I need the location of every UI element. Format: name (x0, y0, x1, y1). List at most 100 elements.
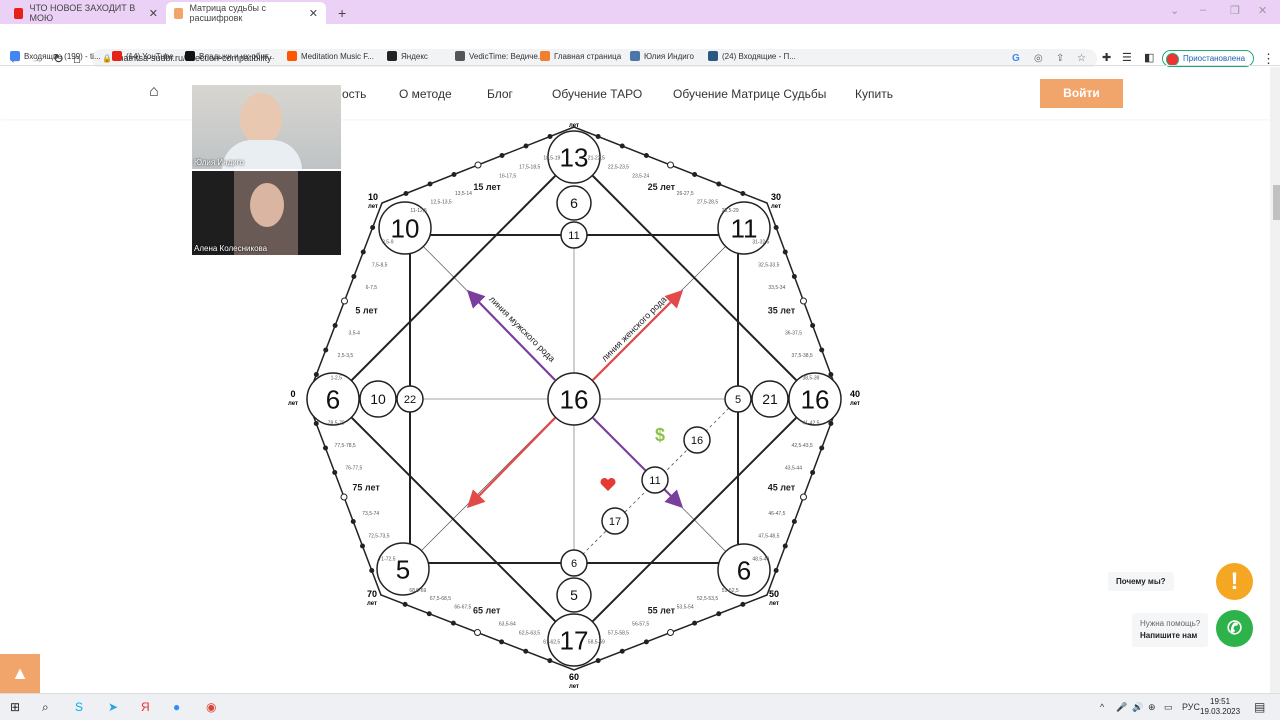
scroll-to-top-button[interactable]: ▲ (0, 654, 40, 693)
time: 19:51 (1210, 697, 1231, 706)
clock[interactable]: 19:51 19.03.2023 (1200, 697, 1240, 717)
age-marker-dot (499, 153, 505, 158)
age-range-label: 7,5-8,5 (372, 262, 388, 268)
age-marker-dot (313, 372, 319, 377)
age-marker-open (340, 493, 348, 501)
network-icon[interactable]: ▭ (1164, 702, 1173, 713)
age-range-label: 67,5-68,5 (430, 596, 451, 602)
age-marker-dot (819, 347, 825, 353)
age-marker-open (474, 629, 481, 636)
age-range-label: 47,5-48,5 (758, 534, 779, 540)
age-range-label: 18,5-19 (543, 155, 560, 161)
inner-top-a-value: 6 (570, 195, 578, 211)
whatsapp-button[interactable]: ✆ (1216, 610, 1253, 647)
skype-icon[interactable]: S (75, 700, 83, 714)
age-range-label: 61-62,5 (543, 640, 560, 646)
help-action: Напишите нам (1140, 631, 1198, 640)
age-marker-dot (351, 274, 357, 279)
zoom-icon[interactable]: ● (173, 700, 180, 714)
age-range-label: 21-22,5 (588, 155, 605, 161)
notifications-icon[interactable]: ▤ (1254, 700, 1265, 714)
age-70: 70 (367, 589, 377, 599)
male-line-arrow (592, 417, 684, 509)
age-range-label: 27,5-28,5 (697, 200, 718, 206)
age-range-label: 46-47,5 (768, 511, 785, 517)
age-marker-dot (370, 225, 376, 230)
age-50: 50 (769, 589, 779, 599)
age-range-label: 22,5-23,5 (608, 165, 629, 171)
age-label: 65 лет (473, 605, 501, 615)
age-marker-dot (523, 648, 529, 654)
age-range-label: 41-42,5 (802, 421, 819, 427)
outer-bottom-left-value: 5 (396, 554, 410, 584)
outer-bottom-right-value: 6 (737, 555, 751, 585)
exclamation-icon: ! (1230, 568, 1239, 595)
age-marker-dot (782, 249, 788, 255)
age-range-label: 63,5-64 (499, 622, 516, 628)
age-range-label: 31-32,5 (752, 239, 769, 245)
age-range-label: 37,5-38,5 (792, 353, 813, 359)
age-range-label: 52,5-53,5 (697, 596, 718, 602)
why-us-button[interactable]: ! (1216, 563, 1253, 600)
chrome-icon[interactable]: ◉ (206, 700, 216, 714)
age-range-label: 71-72,5 (379, 557, 396, 563)
male-line-label: линия мужского рода (487, 294, 557, 364)
age-marker-dot (332, 323, 338, 328)
age-range-label: 51-52,5 (722, 588, 739, 594)
age-marker-dot (547, 658, 553, 664)
age-range-label: 26-27,5 (677, 191, 694, 197)
participant-face (250, 183, 284, 227)
years-word: лет (368, 204, 378, 210)
microphone-icon[interactable]: 🎤 (1116, 702, 1127, 713)
telegram-icon[interactable]: ➤ (108, 700, 118, 714)
age-range-label: 62,5-63,5 (519, 631, 540, 637)
tray-chevron-icon[interactable]: ^ (1100, 702, 1104, 712)
age-marker-dot (402, 601, 408, 607)
why-us-label[interactable]: Почему мы? (1108, 572, 1174, 591)
inner-left-a-value: 10 (370, 391, 386, 407)
love-center-point-value: 11 (649, 475, 660, 487)
language-indicator[interactable]: РУС (1182, 702, 1200, 712)
age-30: 30 (771, 192, 781, 202)
windows-start-icon[interactable]: ⊞ (10, 700, 20, 714)
help-chip[interactable]: Нужна помощь? Напишите нам (1132, 613, 1209, 647)
age-range-label: 3,5-4 (349, 330, 361, 336)
outer-top-left-value: 10 (391, 213, 420, 243)
volume-icon[interactable]: 🔊 (1132, 702, 1143, 713)
age-marker-dot (828, 421, 834, 426)
age-range-label: 56-57,5 (632, 622, 649, 628)
male-line-arrow (466, 289, 556, 381)
age-marker-dot (523, 143, 529, 149)
age-marker-dot (619, 143, 625, 149)
age-marker-dot (403, 191, 409, 196)
participant-name: Юлия Индиго (194, 158, 244, 167)
help-question: Нужна помощь? (1140, 619, 1201, 628)
vpn-icon[interactable]: ⊕ (1148, 702, 1156, 713)
age-range-label: 36-37,5 (785, 330, 802, 336)
age-60: 60 (569, 672, 579, 682)
age-marker-dot (716, 181, 722, 187)
center-value: 16 (560, 384, 589, 414)
years-word: лет (288, 401, 298, 407)
years-word: лет (769, 601, 779, 607)
age-marker-dot (643, 639, 649, 645)
age-marker-dot (828, 372, 834, 377)
age-label: 75 лет (352, 483, 380, 493)
age-range-label: 23,5-24 (632, 174, 649, 180)
age-range-label: 38,5-39 (802, 375, 819, 381)
video-tile-2: Алена Колесникова (192, 171, 341, 255)
age-marker-dot (426, 611, 432, 617)
arrow-up-icon: ▲ (11, 663, 29, 683)
age-marker-dot (323, 445, 328, 451)
age-range-label: 43,5-44 (785, 466, 802, 472)
age-marker-dot (450, 620, 456, 626)
taskbar: ⊞ ⌕ S ➤ Я ● ◉ ^ 🎤 🔊 ⊕ ▭ РУС 19:51 19.03.2… (0, 693, 1280, 720)
yandex-icon[interactable]: Я (141, 700, 150, 714)
age-range-label: 11-12,5 (410, 208, 427, 214)
age-range-label: 12,5-13,5 (431, 200, 452, 206)
age-range-label: 32,5-33,5 (758, 262, 779, 268)
age-marker-dot (692, 172, 698, 177)
age-marker-dot (773, 568, 779, 573)
date: 19.03.2023 (1200, 707, 1241, 716)
search-icon[interactable]: ⌕ (42, 700, 49, 715)
